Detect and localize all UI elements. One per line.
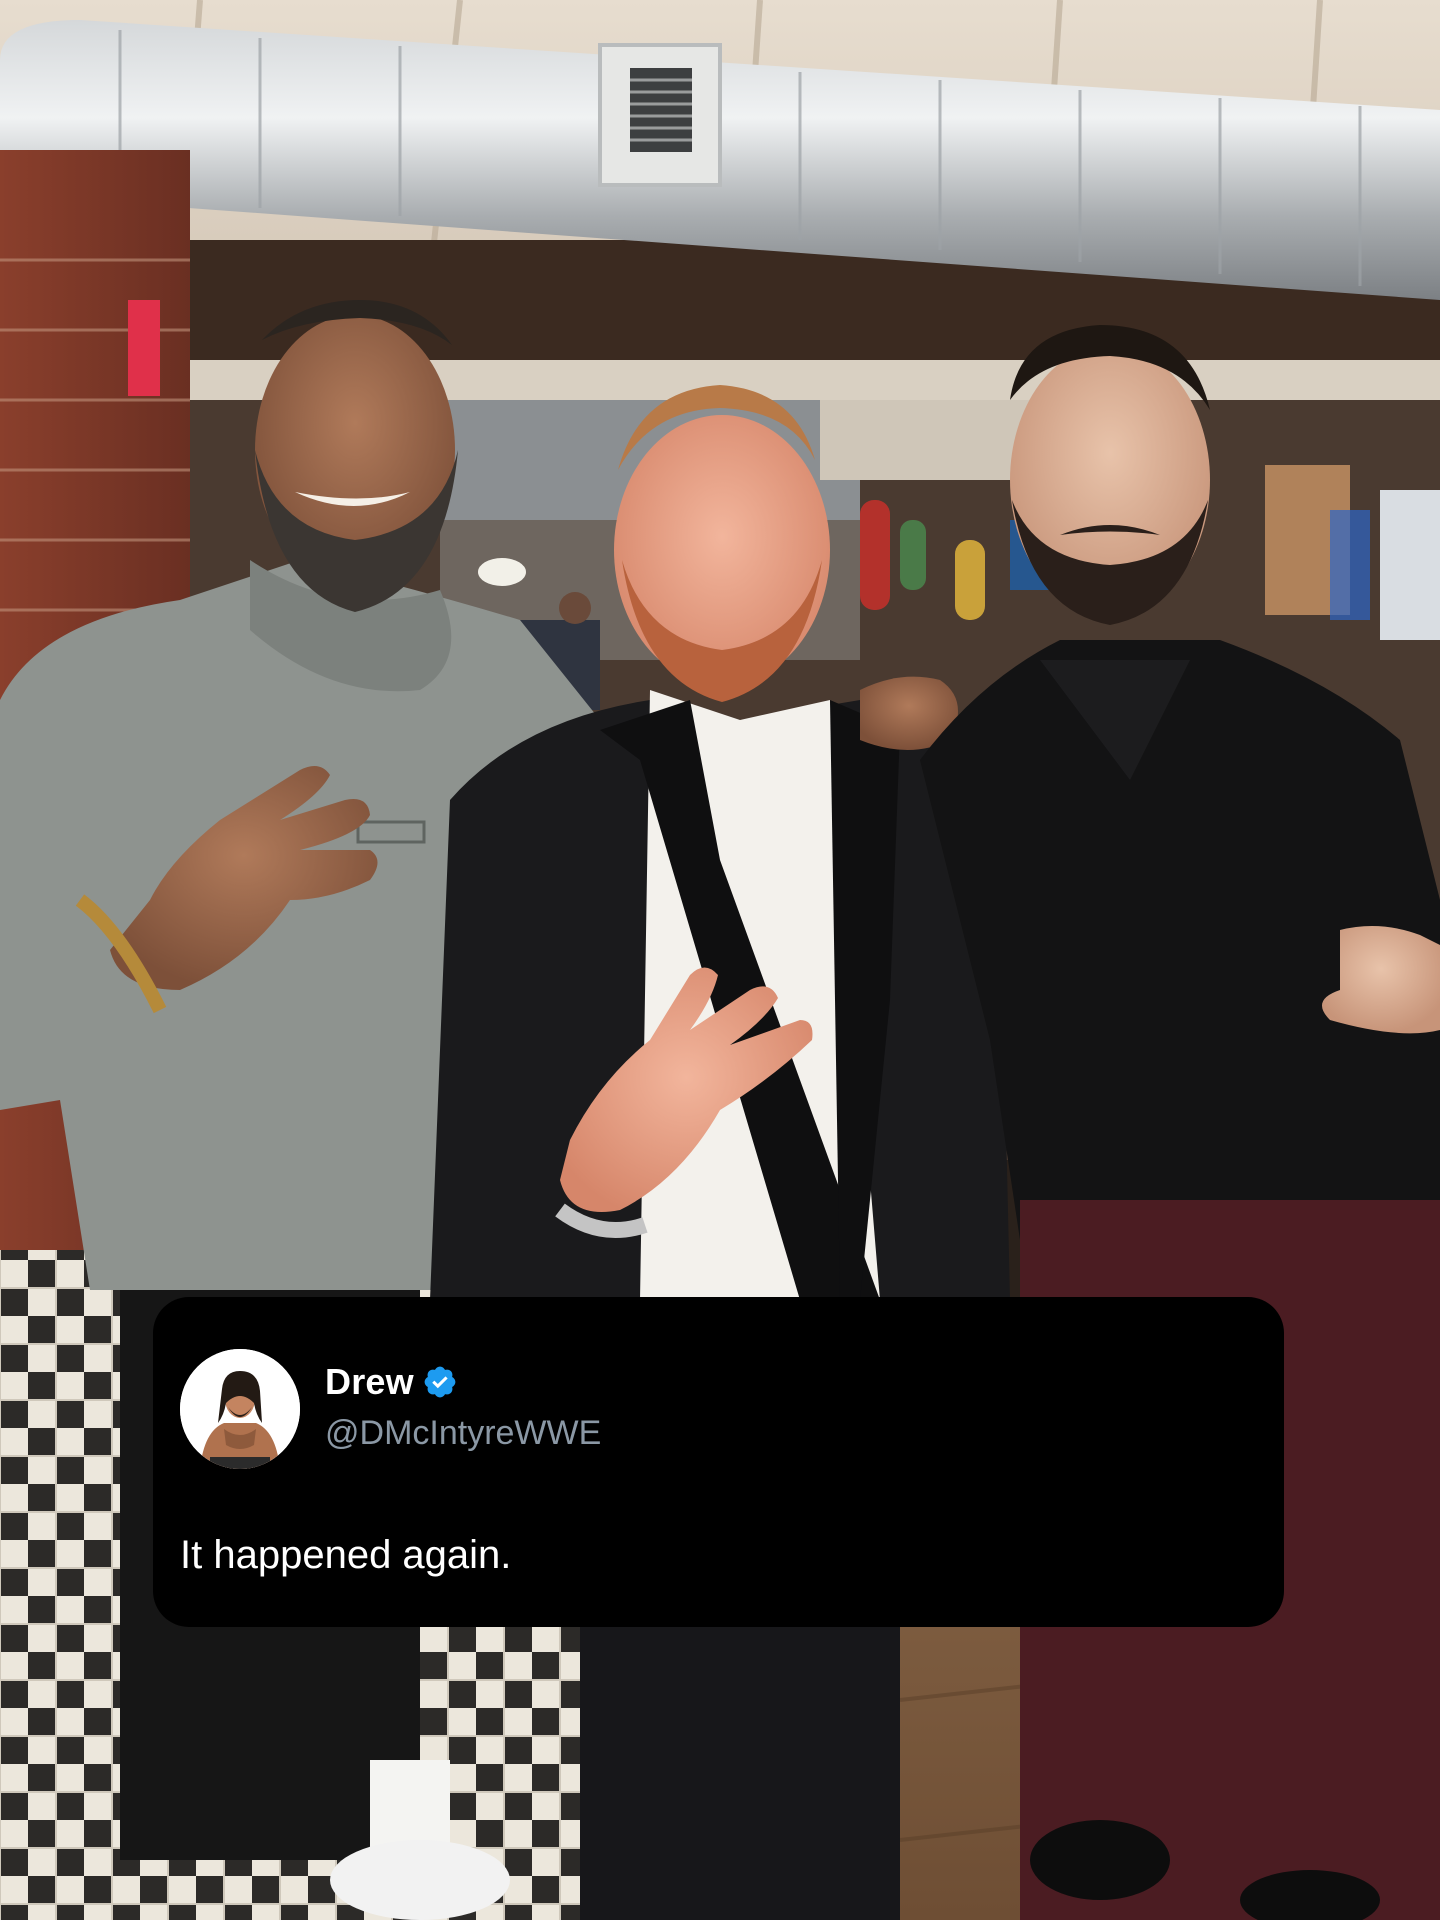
author-row[interactable]: Drew xyxy=(325,1359,458,1405)
display-name[interactable]: Drew xyxy=(325,1359,414,1405)
background-photo xyxy=(0,0,1440,1920)
verified-badge-icon xyxy=(424,1366,456,1398)
wrestler-avatar-icon xyxy=(180,1349,300,1469)
tweet-card[interactable]: Drew @DMcIntyreWWE It happened again. xyxy=(153,1297,1284,1627)
author-handle[interactable]: @DMcIntyreWWE xyxy=(325,1411,601,1455)
tweet-text: It happened again. xyxy=(180,1533,512,1577)
avatar[interactable] xyxy=(180,1349,300,1469)
